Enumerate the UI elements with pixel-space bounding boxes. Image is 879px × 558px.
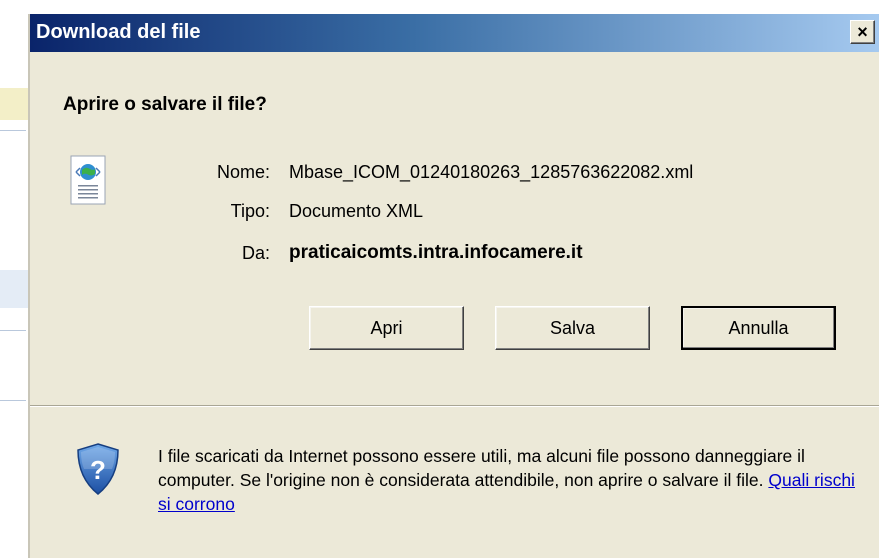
file-source-label: Da: xyxy=(241,243,270,263)
file-name-label: Nome: xyxy=(216,162,270,182)
background-highlight-band xyxy=(0,88,28,120)
title-bar[interactable]: Download del file × xyxy=(30,14,879,52)
cancel-button[interactable]: Annulla xyxy=(681,306,836,350)
background-highlight-band xyxy=(0,270,28,308)
close-icon: × xyxy=(857,22,868,42)
security-warning: I file scaricati da Internet possono ess… xyxy=(158,444,863,516)
security-shield-question-icon: ? xyxy=(77,443,119,495)
download-file-dialog: Download del file × Aprire o salvare il … xyxy=(28,14,879,558)
file-type-label: Tipo: xyxy=(230,201,270,221)
background-divider xyxy=(0,330,26,331)
background-divider xyxy=(0,400,26,401)
file-name-value: Mbase_ICOM_01240180263_1285763622082.xml xyxy=(289,162,694,182)
file-type-value: Documento XML xyxy=(289,201,424,221)
dialog-title: Download del file xyxy=(36,21,201,43)
save-button[interactable]: Salva xyxy=(495,306,650,350)
open-button[interactable]: Apri xyxy=(309,306,464,350)
file-source-value: praticaicomts.intra.infocamere.it xyxy=(289,242,583,263)
dialog-question: Aprire o salvare il file? xyxy=(63,94,267,115)
svg-text:?: ? xyxy=(90,455,106,485)
section-divider xyxy=(30,405,879,407)
warning-text: I file scaricati da Internet possono ess… xyxy=(158,446,805,490)
background-window-fragment xyxy=(0,0,30,558)
background-divider xyxy=(0,130,26,131)
close-button[interactable]: × xyxy=(850,20,875,44)
